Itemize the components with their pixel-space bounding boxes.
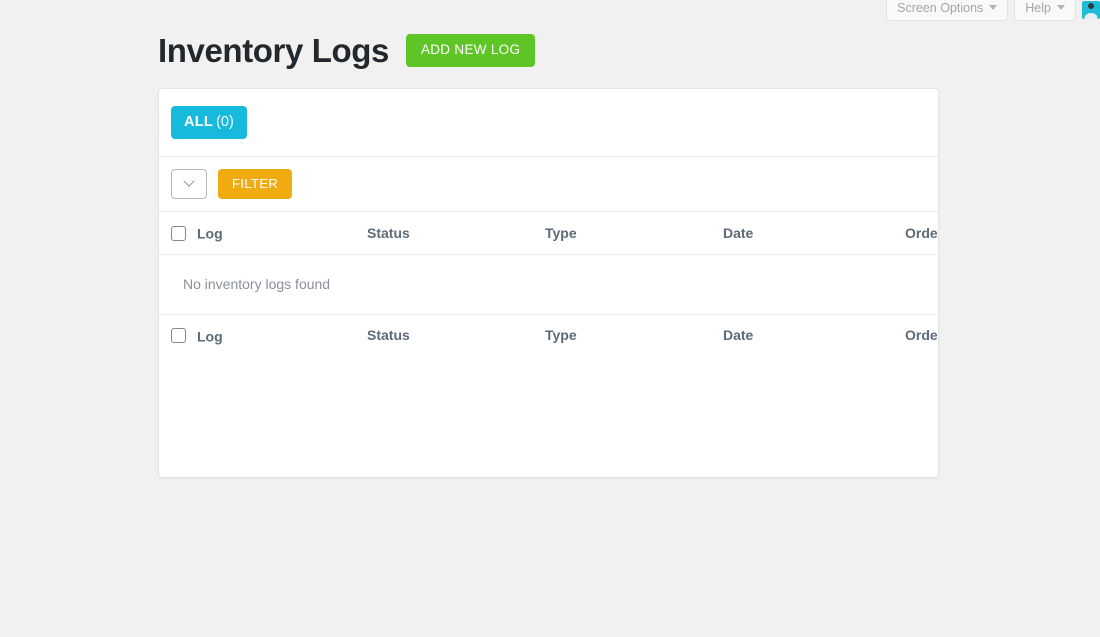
empty-state-message: No inventory logs found — [159, 254, 938, 315]
column-header-type[interactable]: Type — [545, 212, 723, 255]
inventory-logs-card: ALL(0) FILTER Log Status Type Date Orde — [158, 88, 939, 478]
chevron-down-icon — [989, 5, 998, 10]
page-title: Inventory Logs — [158, 32, 389, 69]
tab-all[interactable]: ALL (0) — [171, 105, 247, 140]
footer-column-header-log-label: Log — [197, 327, 223, 344]
tab-all-label: ALL — [184, 113, 214, 130]
column-header-date[interactable]: Date — [723, 212, 905, 255]
footer-column-header-log[interactable]: Log — [159, 313, 367, 356]
page-header: Inventory Logs ADD NEW LOG — [158, 32, 536, 69]
chevron-down-icon — [1057, 5, 1065, 10]
filter-bar: FILTER — [159, 157, 938, 212]
footer-column-header-type[interactable]: Type — [545, 313, 723, 356]
select-all-checkbox[interactable] — [171, 225, 186, 241]
chevron-down-icon — [183, 175, 195, 187]
table-header-row: Log Status Type Date Orde — [159, 212, 938, 255]
column-header-order[interactable]: Orde — [905, 212, 938, 255]
column-header-status[interactable]: Status — [367, 212, 545, 255]
help-button[interactable]: Help — [1014, 0, 1076, 21]
column-header-log[interactable]: Log — [159, 212, 367, 255]
status-tab-bar: ALL (0) — [159, 89, 938, 157]
column-header-log-label: Log — [197, 225, 223, 242]
footer-column-header-status[interactable]: Status — [367, 313, 545, 356]
select-all-checkbox-footer[interactable] — [171, 328, 186, 344]
table-footer-row: Log Status Type Date Orde — [159, 313, 938, 356]
filter-button[interactable]: FILTER — [218, 169, 293, 199]
filter-select[interactable] — [171, 169, 207, 199]
tab-all-count: (0) — [216, 113, 234, 130]
avatar[interactable] — [1082, 1, 1100, 19]
inventory-logs-table: Log Status Type Date Orde No inventory l… — [159, 212, 938, 356]
help-label: Help — [1025, 0, 1051, 15]
footer-column-header-date[interactable]: Date — [723, 313, 905, 356]
empty-state-row: No inventory logs found — [159, 254, 938, 315]
admin-topbar: Screen Options Help — [0, 0, 1100, 22]
add-new-log-button[interactable]: ADD NEW LOG — [405, 34, 536, 67]
logs-table-wrapper: Log Status Type Date Orde No inventory l… — [159, 212, 938, 356]
screen-options-label: Screen Options — [897, 0, 984, 15]
screen-options-button[interactable]: Screen Options — [886, 0, 1009, 21]
footer-column-header-order[interactable]: Orde — [905, 313, 938, 356]
